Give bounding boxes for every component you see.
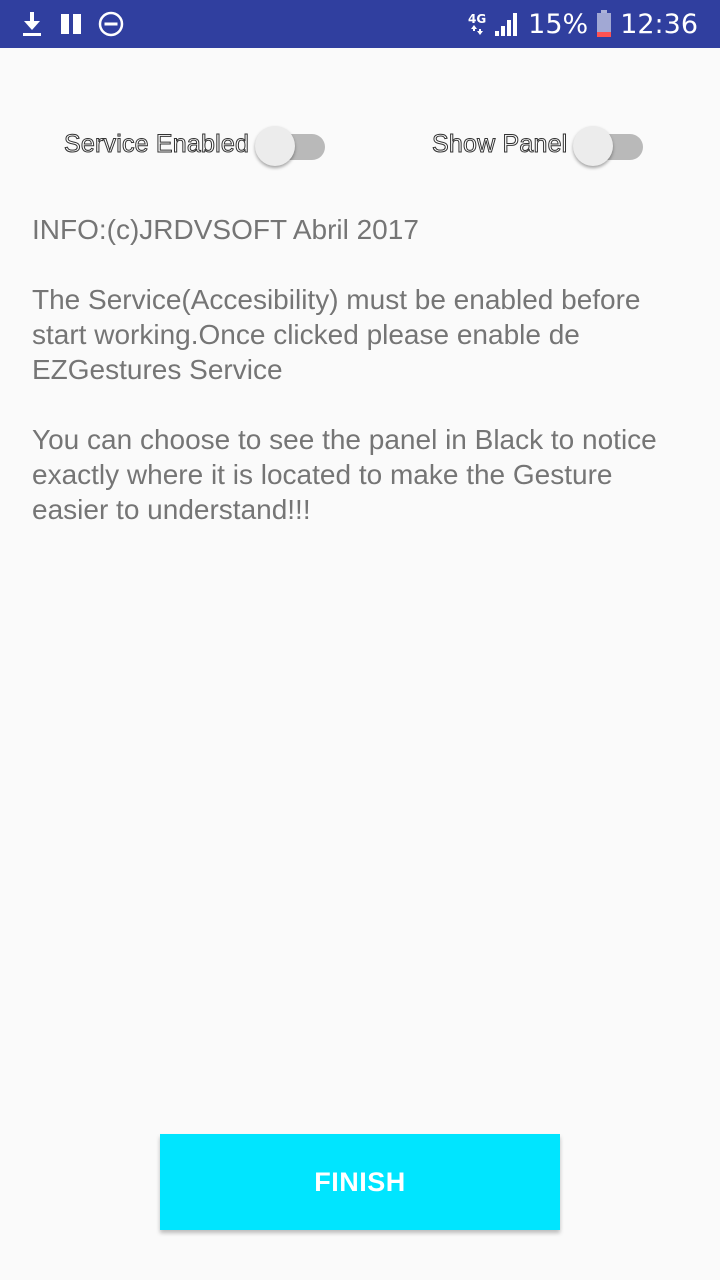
switch-thumb [573, 126, 614, 166]
show-panel-label: Show Panel [431, 129, 568, 158]
status-bar-notifications [20, 0, 124, 48]
app-screen: 4G 15% 12:36 Service Enabled Show Panel … [0, 0, 720, 1280]
info-copyright: INFO:(c)JRDVSOFT Abril 2017 [32, 214, 419, 245]
info-text: INFO:(c)JRDVSOFT Abril 2017 The Service(… [32, 212, 692, 527]
switch-thumb [255, 126, 296, 166]
info-panel-instructions: You can choose to see the panel in Black… [32, 424, 657, 525]
status-bar-system: 4G 15% 12:36 [468, 0, 698, 48]
network-type-indicator: 4G [468, 13, 486, 35]
show-panel-row: Show Panel [431, 120, 644, 168]
battery-percent: 15% [528, 8, 589, 40]
signal-strength-icon [494, 11, 520, 37]
show-panel-switch[interactable] [573, 120, 644, 168]
finish-button[interactable]: FINISH [160, 1134, 560, 1230]
pause-icon [60, 12, 82, 36]
network-type-text: 4G [467, 12, 487, 26]
service-enabled-label: Service Enabled [63, 129, 250, 158]
download-icon [20, 11, 44, 37]
status-bar: 4G 15% 12:36 [0, 0, 720, 48]
data-arrows-icon [471, 25, 484, 35]
status-time: 12:36 [620, 8, 698, 40]
service-enabled-switch[interactable] [255, 120, 326, 168]
info-service-instructions: The Service(Accesibility) must be enable… [32, 284, 641, 385]
do-not-disturb-icon [98, 11, 124, 37]
service-enabled-row: Service Enabled [63, 120, 326, 168]
battery-icon [596, 10, 612, 38]
